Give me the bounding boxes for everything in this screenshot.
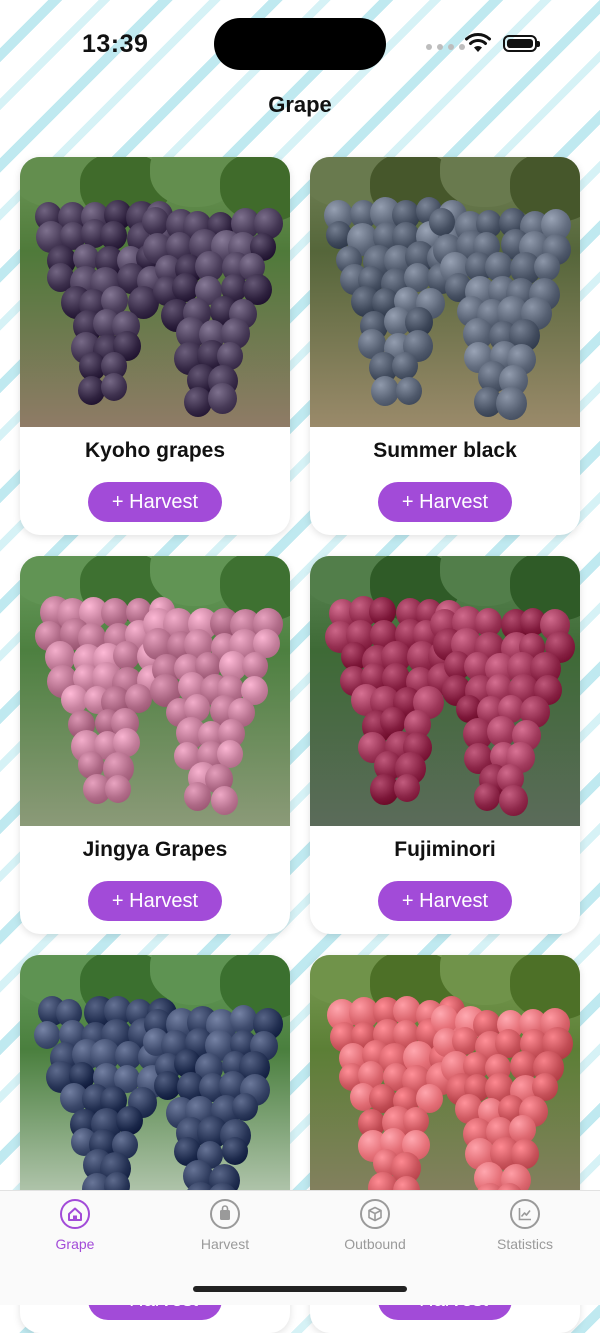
page-title: Grape	[268, 92, 332, 117]
tab-grape[interactable]: Grape	[0, 1199, 150, 1252]
home-icon	[60, 1199, 90, 1229]
variety-name: Fujiminori	[394, 838, 496, 861]
grape-berry	[474, 782, 501, 811]
grape-photo	[310, 955, 580, 1225]
tab-label: Outbound	[344, 1236, 406, 1252]
tab-outbound[interactable]: Outbound	[300, 1199, 450, 1252]
tab-label: Statistics	[496, 1236, 553, 1252]
grape-berry	[370, 375, 399, 406]
grape-berry	[141, 207, 169, 237]
grape-photo	[20, 556, 290, 826]
grape-photo	[20, 157, 290, 427]
dynamic-island	[214, 18, 386, 70]
variety-card[interactable]: Fujiminori + Harvest	[310, 556, 580, 934]
wifi-icon	[465, 33, 491, 52]
harvest-button[interactable]: + Harvest	[88, 482, 222, 522]
leaf-shape	[220, 955, 290, 1020]
tab-statistics[interactable]: Statistics	[450, 1199, 600, 1252]
box-icon	[360, 1199, 390, 1229]
tab-label: Grape	[55, 1236, 95, 1252]
bag-icon	[210, 1199, 240, 1229]
grape-berry	[210, 785, 238, 815]
harvest-button[interactable]: + Harvest	[88, 881, 222, 921]
grape-berry	[394, 774, 421, 803]
grape-berry	[395, 377, 422, 406]
signal-icon	[426, 44, 465, 50]
variety-name: Summer black	[373, 439, 517, 462]
harvest-button[interactable]: + Harvest	[378, 881, 512, 921]
chart-icon	[510, 1199, 540, 1229]
grape-berry	[105, 775, 132, 804]
harvest-button[interactable]: + Harvest	[378, 482, 512, 522]
grape-photo	[310, 157, 580, 427]
grape-berry	[391, 352, 418, 381]
grape-berry	[533, 252, 560, 281]
variety-name: Jingya Grapes	[82, 838, 228, 861]
variety-name: Kyoho grapes	[84, 439, 226, 462]
status-time: 13:39	[82, 30, 149, 58]
grape-photo	[310, 556, 580, 826]
grape-berry	[112, 640, 140, 670]
variety-card[interactable]: Kyoho grapes + Harvest	[20, 157, 290, 535]
grape-berry	[184, 782, 212, 811]
grape-berry	[116, 1105, 144, 1135]
home-indicator	[193, 1286, 407, 1292]
status-bar: 13:39	[0, 0, 600, 88]
grape-berry	[221, 1137, 248, 1166]
grape-berry	[232, 1093, 259, 1122]
grape-photo	[20, 955, 290, 1225]
variety-card[interactable]: Jingya Grapes + Harvest	[20, 556, 290, 934]
variety-card[interactable]: Summer black + Harvest	[310, 157, 580, 535]
grape-berry	[100, 373, 127, 402]
grape-berry	[207, 383, 237, 415]
grape-berry	[498, 785, 528, 817]
tab-label: Harvest	[200, 1236, 250, 1252]
grape-berry	[496, 387, 528, 421]
tab-harvest[interactable]: Harvest	[150, 1199, 300, 1252]
battery-icon	[503, 35, 540, 52]
